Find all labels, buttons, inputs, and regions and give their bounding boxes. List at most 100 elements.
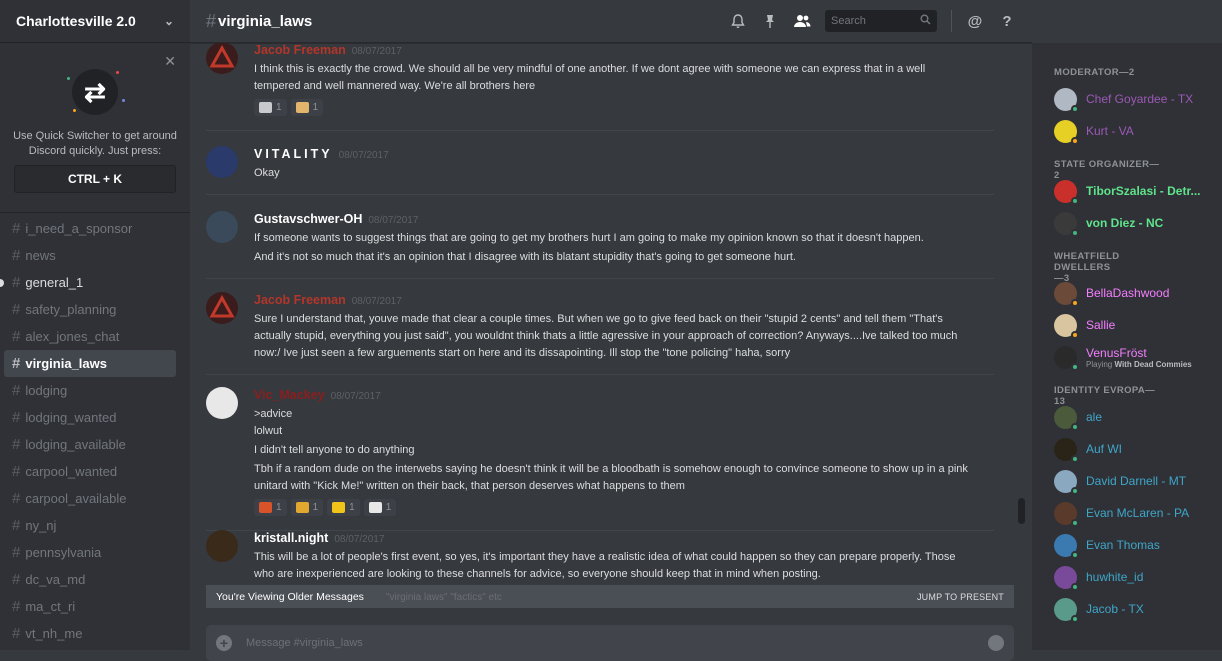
- help-icon[interactable]: ?: [998, 12, 1016, 30]
- search-box[interactable]: Search: [825, 10, 937, 32]
- chevron-down-icon[interactable]: ⌄: [164, 14, 174, 28]
- member-item[interactable]: Evan Thomas: [1032, 529, 1222, 561]
- channel-ma_ct_ri[interactable]: # ma_ct_ri: [4, 593, 176, 620]
- channel-dc_va_md[interactable]: # dc_va_md: [4, 566, 176, 593]
- member-item[interactable]: Evan McLaren - PA: [1032, 497, 1222, 529]
- hash-icon: #: [12, 625, 21, 642]
- member-info: VenusFröst Playing With Dead Commies: [1086, 346, 1192, 369]
- channel-lodging_available[interactable]: # lodging_available: [4, 431, 176, 458]
- member-name: ale: [1086, 410, 1103, 424]
- member-item[interactable]: TiborSzalasi - Detr...: [1032, 175, 1222, 207]
- message-list: Jacob Freeman 08/07/2017 I think this is e…: [190, 43, 1022, 585]
- older-messages-label: You're Viewing Older Messages: [216, 590, 364, 603]
- server-header[interactable]: Charlottesville 2.0 ⌄: [0, 0, 190, 43]
- reaction-count: 1: [276, 502, 282, 513]
- channel-virginia_laws[interactable]: # virginia_laws: [4, 350, 176, 377]
- user-avatar[interactable]: [206, 146, 238, 178]
- member-info: Evan Thomas: [1086, 538, 1160, 552]
- quick-switcher-line-2: Discord quickly. Just press:: [28, 145, 162, 157]
- message-text: who are inexperienced are looking to the…: [254, 568, 821, 580]
- members-icon[interactable]: [793, 12, 811, 30]
- channel-safety_planning[interactable]: # safety_planning: [4, 296, 176, 323]
- message-text: If someone wants to suggest things that …: [254, 232, 924, 244]
- channel-ny_nj[interactable]: # ny_nj: [4, 512, 176, 539]
- message-text: now:/ Ive just seen a few arguements sta…: [254, 347, 791, 359]
- message-input[interactable]: Message #virginia_laws: [246, 637, 974, 649]
- member-item[interactable]: Kurt - VA: [1032, 115, 1222, 147]
- member-avatar: [1054, 119, 1079, 145]
- username[interactable]: Jacob Freeman: [254, 43, 346, 57]
- reaction-button[interactable]: 1: [254, 499, 287, 516]
- reaction-button[interactable]: 1: [290, 99, 324, 116]
- channel-i_need_a_sponsor[interactable]: # i_need_a_sponsor: [4, 215, 176, 242]
- mention-icon[interactable]: @: [966, 12, 984, 30]
- username[interactable]: Vic_Mackey: [254, 388, 325, 402]
- upload-plus-icon[interactable]: +: [216, 635, 232, 651]
- bell-icon[interactable]: [729, 12, 747, 30]
- reaction-button[interactable]: 1: [254, 99, 287, 116]
- message-scrollbar[interactable]: [1016, 43, 1026, 650]
- user-avatar[interactable]: [206, 292, 238, 324]
- member-item[interactable]: ale: [1032, 401, 1222, 433]
- older-messages-peek: "virginia laws" "factics" etc: [386, 592, 502, 603]
- channel-vt_nh_me[interactable]: # vt_nh_me: [4, 620, 176, 647]
- channel-name: lodging_available: [25, 437, 126, 452]
- status-indicator: [1071, 298, 1079, 307]
- quick-switcher-tip: ✕ ⇄ Use Quick Switcher to get around Dis…: [0, 43, 190, 213]
- channel-carpool_wanted[interactable]: # carpool_wanted: [4, 458, 176, 485]
- member-name: TiborSzalasi - Detr...: [1086, 184, 1201, 198]
- hash-icon: #: [12, 247, 21, 264]
- reaction-emoji-icon: [259, 502, 272, 513]
- channel-pennsylvania[interactable]: # pennsylvania: [4, 539, 176, 566]
- member-item[interactable]: huwhite_id: [1032, 561, 1222, 593]
- channel-general_1[interactable]: # general_1: [0, 269, 176, 296]
- user-avatar[interactable]: [206, 530, 238, 562]
- member-item[interactable]: von Diez - NC: [1032, 207, 1222, 239]
- member-item[interactable]: Auf WI: [1032, 433, 1222, 465]
- message-group: Jacob Freeman 08/07/2017 Sure I understand…: [206, 279, 994, 375]
- channel-name: safety_planning: [25, 302, 117, 317]
- member-avatar: [1054, 87, 1079, 113]
- scrollbar-thumb[interactable]: [1018, 498, 1025, 524]
- channel-lodging[interactable]: # lodging: [4, 377, 176, 404]
- username[interactable]: Jacob Freeman: [254, 293, 346, 307]
- member-item[interactable]: Jacob - TX: [1032, 593, 1222, 625]
- member-item[interactable]: David Darnell - MT: [1032, 465, 1222, 497]
- channel-lodging_wanted[interactable]: # lodging_wanted: [4, 404, 176, 431]
- pin-icon[interactable]: [761, 12, 779, 30]
- status-indicator: [1071, 228, 1079, 237]
- message-text: Tbh if a random dude on the interwebs sa…: [254, 463, 968, 475]
- message-group: kristall.night 08/07/2017 This will be a l…: [206, 517, 994, 585]
- member-item[interactable]: Chef Goyardee - TX: [1032, 83, 1222, 115]
- emoji-picker-icon[interactable]: [988, 635, 1004, 651]
- user-avatar[interactable]: [206, 387, 238, 419]
- channel-name: vt_nh_me: [25, 626, 83, 641]
- message-composer[interactable]: + Message #virginia_laws: [206, 625, 1014, 661]
- swap-arrows-icon: ⇄: [72, 69, 118, 115]
- unread-indicator: [0, 279, 4, 287]
- quick-switcher-shortcut[interactable]: CTRL + K: [14, 165, 176, 193]
- reaction-button[interactable]: 1: [363, 499, 397, 516]
- username[interactable]: kristall.night: [254, 531, 328, 545]
- member-avatar: [1054, 597, 1079, 623]
- channel-news[interactable]: # news: [4, 242, 176, 269]
- user-avatar[interactable]: [206, 211, 238, 243]
- reaction-button[interactable]: 1: [290, 499, 324, 516]
- chat-area: # virginia_laws Search @ ? Jacob Freeman…: [190, 0, 1032, 661]
- member-item[interactable]: Sallie: [1032, 309, 1222, 341]
- member-activity: Playing With Dead Commies: [1086, 360, 1192, 369]
- older-messages-bar[interactable]: You're Viewing Older Messages "virginia …: [206, 585, 1014, 608]
- member-name: VenusFröst: [1086, 345, 1147, 360]
- message-group: Gustavschwer-OH 08/07/2017 If someone want…: [206, 198, 994, 279]
- reaction-button[interactable]: 1: [327, 499, 360, 516]
- channel-alex_jones_chat[interactable]: # alex_jones_chat: [4, 323, 176, 350]
- jump-to-present-button[interactable]: JUMP TO PRESENT: [917, 592, 1004, 602]
- member-item[interactable]: VenusFröst Playing With Dead Commies: [1032, 341, 1222, 373]
- username[interactable]: VITALITY: [254, 147, 333, 161]
- channel-carpool_available[interactable]: # carpool_available: [4, 485, 176, 512]
- close-icon[interactable]: ✕: [164, 53, 176, 70]
- member-item[interactable]: BellaDashwood: [1032, 277, 1222, 309]
- hash-icon: #: [206, 10, 217, 31]
- username[interactable]: Gustavschwer-OH: [254, 212, 362, 226]
- user-avatar[interactable]: [206, 43, 238, 74]
